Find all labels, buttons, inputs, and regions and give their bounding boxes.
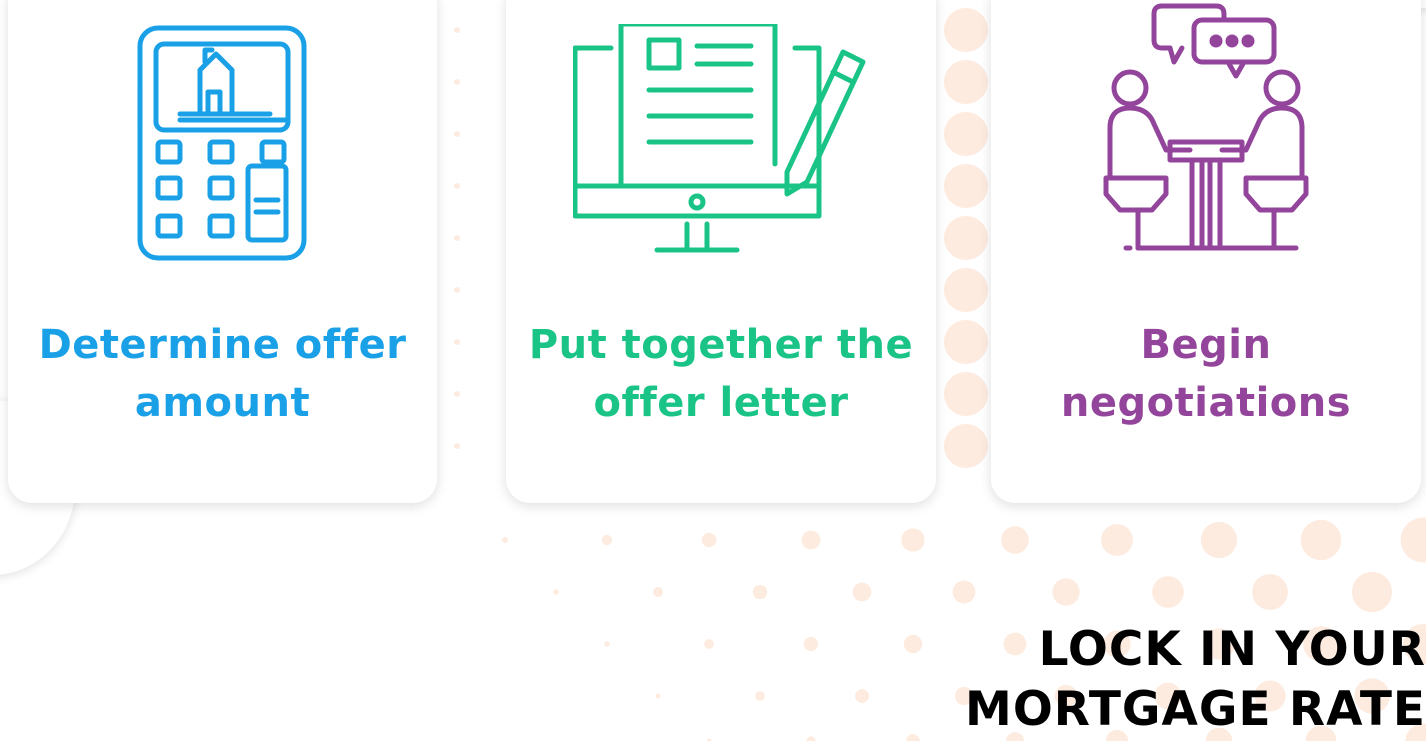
- background-dot: [906, 734, 920, 741]
- background-dot: [944, 320, 988, 364]
- background-dot: [454, 183, 460, 189]
- step-card-negotiations: Begin negotiations: [991, 0, 1421, 503]
- background-dot: [752, 584, 768, 600]
- background-dot: [553, 589, 559, 595]
- step-title-line-1: Begin: [1140, 322, 1272, 368]
- step-title-line-2: amount: [134, 380, 311, 426]
- step-title: Begin negotiations: [991, 316, 1421, 432]
- background-dot: [454, 79, 460, 85]
- background-dot: [944, 424, 988, 468]
- background-dot: [454, 131, 460, 137]
- background-dot: [1252, 574, 1288, 610]
- background-dot: [755, 691, 765, 701]
- background-dot: [454, 287, 460, 293]
- background-dot: [454, 235, 460, 241]
- step-title-line-1: Put together the: [528, 322, 914, 368]
- background-dot: [454, 391, 460, 397]
- background-dot: [655, 693, 661, 699]
- negotiation-meeting-icon: [1103, 3, 1309, 251]
- background-dot: [1101, 524, 1133, 556]
- background-dot: [604, 641, 610, 647]
- background-dot: [652, 586, 664, 598]
- step-title: Put together the offer letter: [506, 316, 936, 432]
- background-dot: [1152, 576, 1184, 608]
- background-dot: [952, 580, 976, 604]
- background-dot: [944, 268, 988, 312]
- background-dot: [601, 534, 613, 546]
- background-dot: [454, 339, 460, 345]
- background-dot: [454, 27, 460, 33]
- step-title-line-1: Determine offer: [38, 322, 407, 368]
- background-dot: [944, 164, 988, 208]
- next-step-heading: LOCK IN YOUR MORTGAGE RATE: [965, 620, 1426, 740]
- background-dot: [903, 634, 923, 654]
- background-dot: [502, 537, 508, 543]
- background-dot: [801, 530, 821, 550]
- background-dot: [944, 372, 988, 416]
- background-dot: [944, 60, 988, 104]
- background-dot: [806, 736, 816, 741]
- background-dot: [1300, 519, 1342, 561]
- step-title-line-2: negotiations: [1060, 380, 1352, 426]
- background-dot: [944, 112, 988, 156]
- offer-letter-monitor-icon: [573, 24, 866, 253]
- background-dot: [1351, 571, 1393, 613]
- background-dot: [944, 216, 988, 260]
- background-dot: [1001, 526, 1029, 554]
- background-dot: [1052, 578, 1080, 606]
- background-dot: [704, 639, 714, 649]
- step-title-line-2: offer letter: [593, 380, 849, 426]
- background-dot: [852, 582, 872, 602]
- calculator-house-icon: [137, 25, 306, 261]
- background-dot: [803, 636, 819, 652]
- background-dot: [901, 528, 925, 552]
- next-step-heading-line-1: LOCK IN YOUR: [1038, 622, 1426, 677]
- step-card-offer-amount: Determine offer amount: [8, 0, 437, 503]
- background-dot: [1400, 517, 1426, 563]
- background-dot: [944, 8, 988, 52]
- background-dot: [855, 689, 869, 703]
- step-title: Determine offer amount: [8, 316, 437, 432]
- background-dot: [454, 443, 460, 449]
- background-dot: [701, 532, 717, 548]
- step-card-offer-letter: Put together the offer letter: [506, 0, 936, 503]
- next-step-heading-line-2: MORTGAGE RATE: [965, 682, 1426, 737]
- page: Determine offer amount Put together the …: [0, 0, 1426, 741]
- background-dot: [1200, 521, 1238, 559]
